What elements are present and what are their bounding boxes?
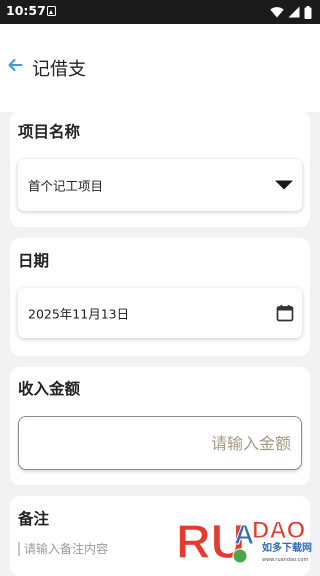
ruandao-logo-mark: RU A DAO 如多下载网 www.ruandao.com [175, 515, 312, 569]
income-card: 收入金额 [10, 367, 310, 485]
battery-icon [304, 5, 312, 19]
arrow-back-icon[interactable] [7, 57, 23, 73]
date-label: 日期 [18, 252, 50, 270]
project-label: 项目名称 [18, 123, 81, 141]
wifi-icon [270, 7, 284, 18]
signal-icon [288, 6, 300, 18]
date-card: 日期 2025年11月13日 [10, 238, 310, 356]
system-icons [270, 5, 312, 19]
date-value: 2025年11月13日 [28, 306, 130, 322]
page-title: 记借支 [32, 59, 86, 80]
status-bar: 10:57 [0, 0, 320, 24]
watermark-logo: RU A DAO 如多下载网 www.ruandao.com [174, 506, 316, 569]
amount-input[interactable] [18, 416, 302, 470]
watermark-tagline: 如多下载网 [262, 541, 312, 554]
project-card: 项目名称 首个记工项目 [10, 111, 310, 227]
dropdown-arrow-icon [275, 180, 293, 190]
sim-card-icon [47, 6, 56, 16]
note-label: 备注 [18, 510, 50, 528]
project-dropdown[interactable]: 首个记工项目 [18, 159, 302, 211]
status-time: 10:57 [6, 3, 46, 18]
income-label: 收入金额 [18, 380, 81, 398]
watermark-url: www.ruandao.com [262, 557, 308, 563]
calendar-icon[interactable] [276, 304, 294, 322]
project-selected-value: 首个记工项目 [28, 178, 104, 194]
svg-text:DAO: DAO [252, 517, 305, 544]
app-bar: 记借支 [0, 24, 320, 112]
date-picker[interactable]: 2025年11月13日 [18, 288, 302, 338]
